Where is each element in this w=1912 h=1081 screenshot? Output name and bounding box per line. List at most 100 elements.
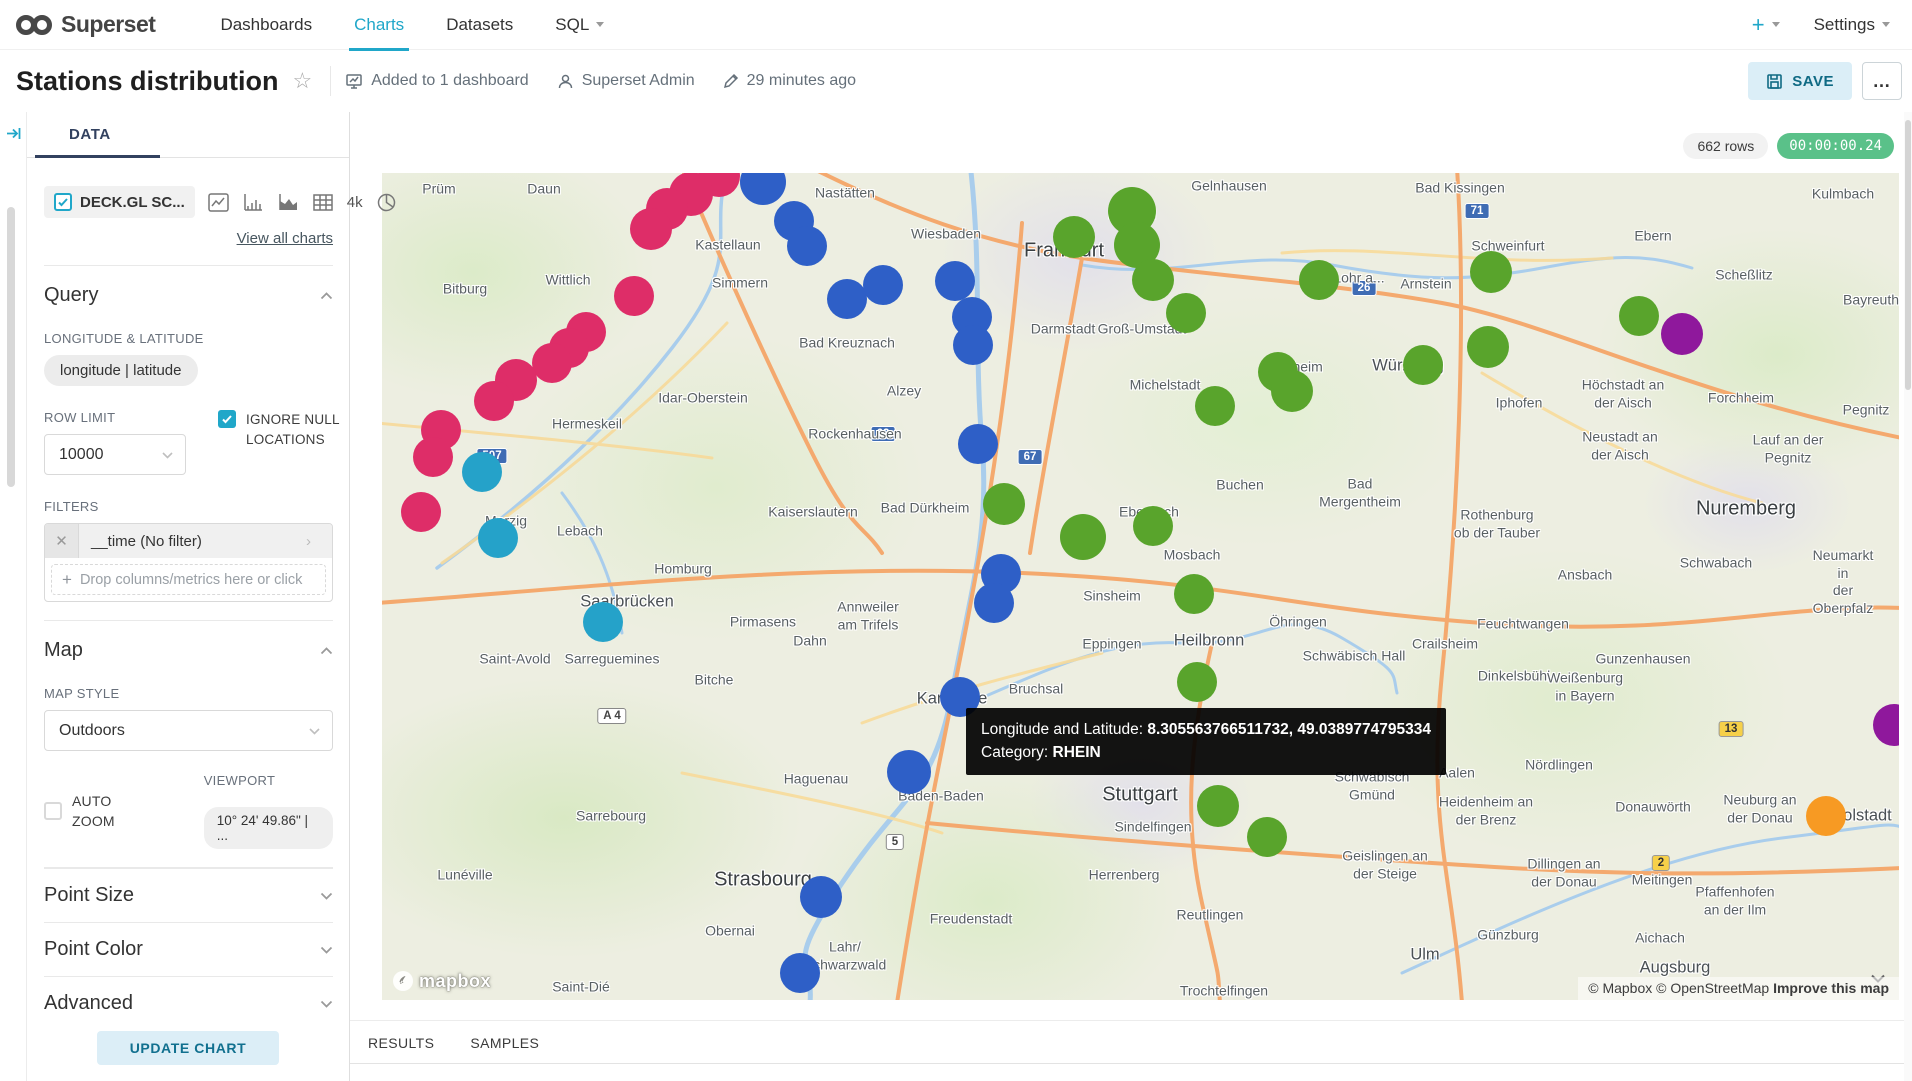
dashboard-icon [345,72,363,90]
station-point-cyan[interactable] [583,602,623,642]
station-point-orange[interactable] [1806,796,1846,836]
ignore-null-checkbox-row[interactable]: IGNORE NULL LOCATIONS [218,410,364,449]
station-point-blue[interactable] [863,265,903,305]
filter-chip-time[interactable]: ✕ __time (No filter) › [45,524,332,558]
nav-item-datasets[interactable]: Datasets [425,0,534,50]
mapbox-logo[interactable]: mapbox [392,970,491,992]
station-point-pink[interactable] [614,276,654,316]
deckgl-map[interactable]: PrümDaunNastättenGelnhausenBad Kissingen… [382,173,1899,1000]
station-point-blue[interactable] [780,953,820,993]
station-point-green[interactable] [1247,817,1287,857]
station-point-green[interactable] [1177,662,1217,702]
chart-header: Stations distribution ☆ Added to 1 dashb… [0,50,1912,112]
station-point-pink[interactable] [532,343,572,383]
area-chart-icon[interactable] [278,193,299,212]
station-point-green[interactable] [1053,216,1095,258]
map-section-header[interactable]: Map [44,639,333,662]
settings-menu[interactable]: Settings [1814,15,1890,35]
tab-samples[interactable]: SAMPLES [470,1035,539,1051]
station-point-cyan[interactable] [462,452,502,492]
infinity-logo-icon [16,14,52,36]
station-point-blue[interactable] [935,261,975,301]
dashboard-count[interactable]: Added to 1 dashboard [345,72,528,90]
update-chart-button[interactable]: UPDATE CHART [97,1031,279,1065]
query-section-header[interactable]: Query [44,284,333,307]
tab-results[interactable]: RESULTS [368,1035,434,1051]
caret-down-icon [1882,22,1890,27]
station-point-green[interactable] [1166,293,1206,333]
osm-attribution-link[interactable]: © OpenStreetMap [1656,980,1769,996]
road-shield-badge: 2 [1652,855,1670,871]
tab-data[interactable]: DATA [69,126,111,143]
lon-lat-chip[interactable]: longitude | latitude [44,355,198,386]
rail-scrollbar[interactable] [7,207,15,487]
station-point-green[interactable] [1060,514,1106,560]
superset-logo[interactable]: Superset [16,11,155,38]
panel-tabbar: DATA [27,112,349,158]
station-point-blue[interactable] [787,226,827,266]
new-dropdown-button[interactable]: + [1752,12,1780,38]
nav-item-charts[interactable]: Charts [333,0,425,50]
view-all-charts-link[interactable]: View all charts [44,230,333,247]
station-point-pink[interactable] [474,381,514,421]
viewport-value[interactable]: 10° 24' 49.86" | ... [204,807,333,849]
station-point-pink[interactable] [630,208,672,250]
viz-type-selected[interactable]: DECK.GL SC... [44,186,195,218]
station-point-cyan[interactable] [478,518,518,558]
remove-filter-icon[interactable]: ✕ [45,524,79,558]
map-style-select[interactable]: Outdoors [44,710,333,751]
section-advanced[interactable]: Advanced [44,976,333,1030]
line-chart-icon[interactable] [208,193,229,212]
station-point-green[interactable] [1467,326,1509,368]
station-point-pink[interactable] [401,492,441,532]
caret-down-icon [596,22,604,27]
table-icon[interactable] [313,193,333,212]
viz-4k-option[interactable]: 4k [347,194,363,211]
expand-panel-icon[interactable] [5,125,22,142]
section-point-color[interactable]: Point Color [44,922,333,976]
station-point-green[interactable] [1271,370,1313,412]
station-point-blue[interactable] [953,325,993,365]
station-point-pink[interactable] [413,437,453,477]
filters-box: ✕ __time (No filter) › + Drop columns/me… [44,523,333,602]
station-point-blue[interactable] [958,424,998,464]
station-point-green[interactable] [1619,296,1659,336]
chart-owner[interactable]: Superset Admin [557,72,695,90]
nav-item-sql[interactable]: SQL [534,0,625,50]
station-point-green[interactable] [1195,386,1235,426]
station-point-blue[interactable] [887,750,931,794]
bar-chart-icon[interactable] [243,193,264,212]
tooltip-coords: Longitude and Latitude: 8.30556376651173… [981,718,1431,741]
drop-columns-target[interactable]: + Drop columns/metrics here or click [51,564,326,595]
station-point-blue[interactable] [800,876,842,918]
station-point-green[interactable] [1470,251,1512,293]
query-timer-badge: 00:00:00.24 [1777,133,1894,159]
last-modified[interactable]: 29 minutes ago [723,72,856,90]
station-point-purple[interactable] [1661,313,1703,355]
pie-chart-icon[interactable] [377,193,396,212]
map-tooltip: Longitude and Latitude: 8.30556376651173… [966,708,1446,775]
page-scrollbar[interactable] [1904,112,1912,1081]
station-point-green[interactable] [1174,574,1214,614]
more-options-button[interactable]: … [1862,62,1902,100]
save-button[interactable]: SAVE [1748,62,1852,100]
mapbox-attribution-link[interactable]: © Mapbox [1588,980,1652,996]
chevron-down-icon [320,1000,333,1008]
improve-map-link[interactable]: Improve this map [1773,980,1889,996]
station-point-green[interactable] [1133,506,1173,546]
auto-zoom-checkbox-row[interactable]: AUTO ZOOM [44,773,156,849]
section-point-size[interactable]: Point Size [44,868,333,922]
viz-selected-checkbox [54,193,72,211]
station-point-blue[interactable] [827,279,867,319]
caret-down-icon [1772,22,1780,27]
nav-item-dashboards[interactable]: Dashboards [199,0,333,50]
favorite-star-icon[interactable]: ☆ [293,68,313,94]
station-point-blue[interactable] [974,583,1014,623]
brand-name: Superset [61,11,155,38]
station-point-green[interactable] [1403,345,1443,385]
station-point-green[interactable] [1197,785,1239,827]
station-point-green[interactable] [1132,259,1174,301]
row-limit-select[interactable]: 10000 [44,434,186,475]
station-point-green[interactable] [1299,260,1339,300]
station-point-green[interactable] [983,483,1025,525]
